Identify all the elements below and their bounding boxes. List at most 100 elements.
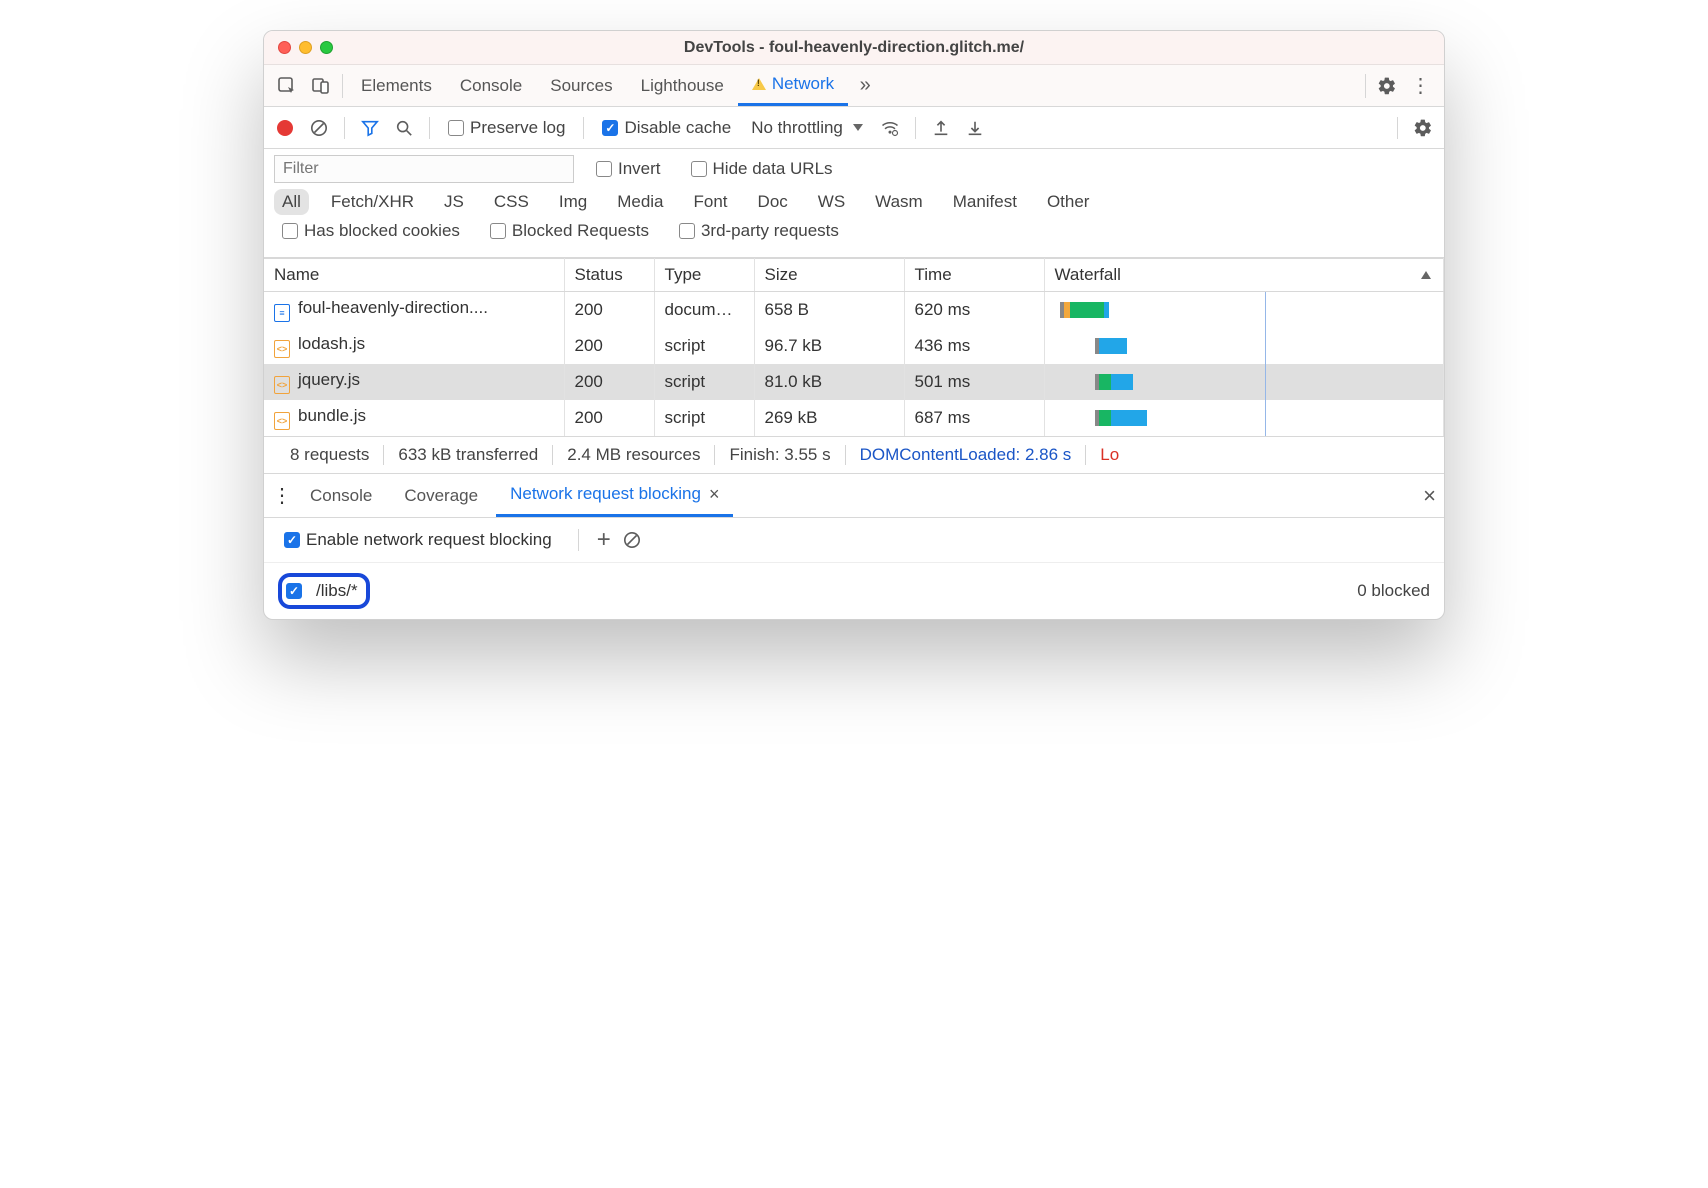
- label: No throttling: [751, 118, 843, 138]
- summary-finish: Finish: 3.55 s: [715, 445, 844, 465]
- cell-time: 687 ms: [904, 400, 1044, 436]
- col-header-size[interactable]: Size: [754, 259, 904, 292]
- remove-all-patterns-icon[interactable]: [623, 531, 641, 549]
- device-toolbar-icon[interactable]: [304, 69, 338, 103]
- drawer-tab-coverage[interactable]: Coverage: [390, 474, 492, 517]
- table-row[interactable]: <>jquery.js 200 script 81.0 kB 501 ms: [264, 364, 1444, 400]
- table-header-row: Name Status Type Size Time Waterfall: [264, 259, 1444, 292]
- script-icon: <>: [274, 340, 290, 358]
- network-settings-icon[interactable]: [1408, 113, 1438, 143]
- pattern-text: /libs/*: [316, 581, 358, 601]
- tab-sources[interactable]: Sources: [536, 65, 626, 106]
- cell-size: 269 kB: [754, 400, 904, 436]
- tab-lighthouse[interactable]: Lighthouse: [627, 65, 738, 106]
- drawer-kebab-icon[interactable]: ⋮: [272, 483, 292, 508]
- type-filter-css[interactable]: CSS: [486, 189, 537, 215]
- cell-name: lodash.js: [298, 334, 365, 353]
- waterfall-cell: [1055, 334, 1434, 358]
- chevron-down-icon: [853, 124, 863, 131]
- tab-console[interactable]: Console: [446, 65, 536, 106]
- type-filter-doc[interactable]: Doc: [750, 189, 796, 215]
- close-tab-icon[interactable]: ×: [709, 484, 720, 505]
- tab-label: Console: [460, 76, 522, 96]
- tab-label: Sources: [550, 76, 612, 96]
- waterfall-cell: [1055, 370, 1434, 394]
- col-header-type[interactable]: Type: [654, 259, 754, 292]
- col-header-time[interactable]: Time: [904, 259, 1044, 292]
- invert-toggle[interactable]: Invert: [588, 159, 669, 179]
- disable-cache-toggle[interactable]: Disable cache: [594, 118, 739, 138]
- col-header-name[interactable]: Name: [264, 259, 564, 292]
- cell-status: 200: [564, 400, 654, 436]
- type-filter-fetch[interactable]: Fetch/XHR: [323, 189, 422, 215]
- network-toolbar: Preserve log Disable cache No throttling: [264, 107, 1444, 149]
- label: 3rd-party requests: [701, 221, 839, 241]
- settings-icon[interactable]: [1370, 69, 1404, 103]
- label: Has blocked cookies: [304, 221, 460, 241]
- summary-load: Lo: [1086, 445, 1133, 465]
- hide-data-urls-toggle[interactable]: Hide data URLs: [683, 159, 841, 179]
- has-blocked-cookies-toggle[interactable]: Has blocked cookies: [274, 221, 468, 241]
- add-pattern-icon[interactable]: +: [597, 526, 611, 554]
- record-button[interactable]: [270, 113, 300, 143]
- drawer-tab-blocking[interactable]: Network request blocking ×: [496, 474, 733, 517]
- search-icon[interactable]: [389, 113, 419, 143]
- checkbox[interactable]: [602, 120, 618, 136]
- close-drawer-icon[interactable]: ×: [1423, 483, 1436, 509]
- tab-network[interactable]: Network: [738, 65, 848, 106]
- blocked-requests-toggle[interactable]: Blocked Requests: [482, 221, 657, 241]
- filter-input[interactable]: [274, 155, 574, 183]
- type-filter-ws[interactable]: WS: [810, 189, 853, 215]
- cell-name: jquery.js: [298, 370, 360, 389]
- col-header-waterfall[interactable]: Waterfall: [1044, 259, 1444, 292]
- inspect-element-icon[interactable]: [270, 69, 304, 103]
- preserve-log-toggle[interactable]: Preserve log: [440, 118, 573, 138]
- devtools-window: DevTools - foul-heavenly-direction.glitc…: [263, 30, 1445, 620]
- pattern-checkbox[interactable]: [286, 583, 302, 599]
- type-filter-js[interactable]: JS: [436, 189, 472, 215]
- label: Hide data URLs: [713, 159, 833, 179]
- col-header-status[interactable]: Status: [564, 259, 654, 292]
- cell-name: foul-heavenly-direction....: [298, 298, 488, 317]
- table-row[interactable]: <>bundle.js 200 script 269 kB 687 ms: [264, 400, 1444, 436]
- type-filter-other[interactable]: Other: [1039, 189, 1098, 215]
- tab-label: Elements: [361, 76, 432, 96]
- table-row[interactable]: <>lodash.js 200 script 96.7 kB 436 ms: [264, 328, 1444, 364]
- export-har-icon[interactable]: [960, 113, 990, 143]
- titlebar: DevTools - foul-heavenly-direction.glitc…: [264, 31, 1444, 65]
- drawer-tabstrip: ⋮ Console Coverage Network request block…: [264, 474, 1444, 518]
- cell-name: bundle.js: [298, 406, 366, 425]
- network-conditions-icon[interactable]: [875, 113, 905, 143]
- cell-type: script: [654, 400, 754, 436]
- type-filter-font[interactable]: Font: [686, 189, 736, 215]
- blocking-pattern-row[interactable]: /libs/* 0 blocked: [264, 563, 1444, 619]
- label: Enable network request blocking: [306, 530, 552, 550]
- type-filter-img[interactable]: Img: [551, 189, 595, 215]
- checkbox[interactable]: [448, 120, 464, 136]
- network-summary: 8 requests 633 kB transferred 2.4 MB res…: [264, 436, 1444, 474]
- filter-icon[interactable]: [355, 113, 385, 143]
- clear-icon[interactable]: [304, 113, 334, 143]
- network-table: Name Status Type Size Time Waterfall ≡fo…: [264, 258, 1444, 436]
- kebab-menu-icon[interactable]: ⋮: [1404, 69, 1438, 103]
- cell-status: 200: [564, 292, 654, 329]
- cell-type: script: [654, 364, 754, 400]
- type-filter-manifest[interactable]: Manifest: [945, 189, 1025, 215]
- cell-size: 81.0 kB: [754, 364, 904, 400]
- label: Blocked Requests: [512, 221, 649, 241]
- cell-status: 200: [564, 328, 654, 364]
- cell-time: 620 ms: [904, 292, 1044, 329]
- drawer-tab-console[interactable]: Console: [296, 474, 386, 517]
- type-filter-media[interactable]: Media: [609, 189, 671, 215]
- import-har-icon[interactable]: [926, 113, 956, 143]
- type-filter-wasm[interactable]: Wasm: [867, 189, 931, 215]
- more-tabs-icon[interactable]: »: [848, 69, 882, 103]
- throttling-select[interactable]: No throttling: [743, 118, 871, 138]
- enable-blocking-toggle[interactable]: Enable network request blocking: [276, 530, 560, 550]
- tab-elements[interactable]: Elements: [347, 65, 446, 106]
- third-party-toggle[interactable]: 3rd-party requests: [671, 221, 847, 241]
- separator: [342, 74, 343, 98]
- table-row[interactable]: ≡foul-heavenly-direction.... 200 docum… …: [264, 292, 1444, 329]
- type-filter-all[interactable]: All: [274, 189, 309, 215]
- warning-icon: [752, 78, 766, 90]
